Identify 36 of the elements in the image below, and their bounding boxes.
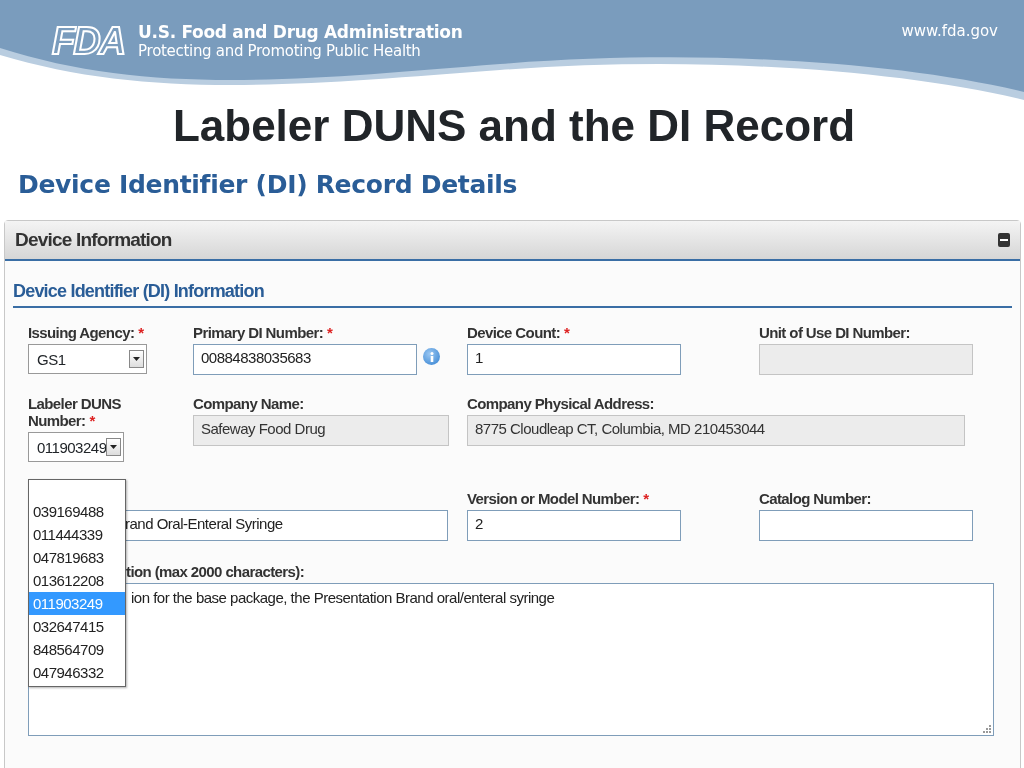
caret-icon[interactable] [106,438,121,456]
field-label: Company Name: [193,395,305,412]
field-label: Company Physical Address: [467,395,655,412]
input-field: 8775 Cloudleap CT, Columbia, MD 210453044 [467,415,965,446]
panel-title: Device Information [15,229,172,251]
info-icon[interactable] [423,348,440,365]
logo: FDA [52,22,125,60]
field-label: Labeler DUNS Number: * [28,395,122,429]
input-field: Safeway Food Drug [193,415,449,446]
page-heading: Device Identifier (DI) Record Details [18,170,519,200]
collapse-icon[interactable] [998,233,1010,247]
input-field[interactable]: 00884838035683 [193,344,417,375]
section-title: Device Identifier (DI) Information [13,281,1012,308]
website-address: www.fda.gov [901,22,998,40]
field-label: Catalog Number: [759,490,872,507]
organization-name: U.S. Food and Drug Administration [138,22,463,42]
field-label: Primary DI Number: * [193,324,334,341]
field-label: tion (max 2000 characters): [125,563,306,580]
dropdown-field[interactable]: GS1 [28,344,147,374]
field-label: Version or Model Number: * [467,490,650,507]
dropdown-field[interactable]: 011903249 [28,432,124,462]
field-label: Issuing Agency: * [28,324,145,341]
dropdown-option[interactable]: 047946332 [29,661,125,684]
input-field[interactable]: 2 [467,510,681,541]
caret-icon[interactable] [129,350,144,368]
dropdown-option[interactable]: 848564709 [29,638,125,661]
dropdown-option[interactable]: 047819683 [29,546,125,569]
tagline: Protecting and Promoting Public Health [138,42,422,60]
field-label: Unit of Use DI Number: [759,324,911,341]
input-field[interactable] [759,510,973,541]
dropdown-option[interactable]: 032647415 [29,615,125,638]
field-label: Device Count: * [467,324,571,341]
slide-title: Labeler DUNS and the DI Record [171,104,857,148]
resize-grip-icon[interactable] [982,724,991,733]
input-field[interactable]: 1 [467,344,681,375]
panel-header[interactable]: Device Information [5,221,1020,261]
